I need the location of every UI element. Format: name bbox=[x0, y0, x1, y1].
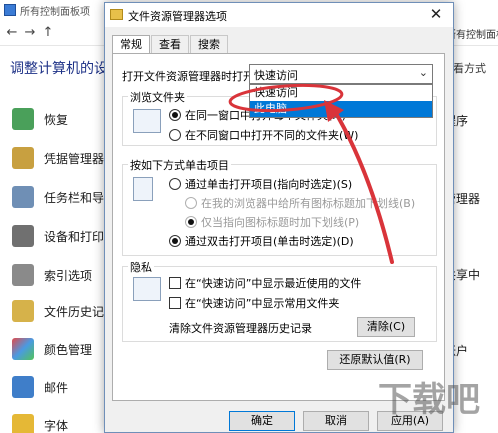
ok-button[interactable]: 确定 bbox=[229, 411, 295, 431]
cp-item-indexing[interactable]: 索引选项 bbox=[12, 262, 92, 288]
cp-item-label: 恢复 bbox=[44, 112, 69, 127]
radio-label: 通过单击打开项目(指向时选定)(S) bbox=[185, 178, 353, 191]
radio-underline-all[interactable]: 在我的浏览器中给所有图标标题加下划线(B) bbox=[185, 195, 415, 211]
printer-icon bbox=[12, 225, 34, 247]
cp-item-label: 凭据管理器 bbox=[44, 151, 105, 166]
radio-double-click[interactable]: 通过双击打开项目(单击时选定)(D) bbox=[169, 233, 354, 249]
up-arrow-icon[interactable]: ↑ bbox=[40, 25, 56, 41]
radio-dot bbox=[169, 109, 181, 121]
indexing-icon bbox=[12, 264, 34, 286]
option-quick-access[interactable]: 快速访问 bbox=[250, 85, 432, 101]
radio-new-window[interactable]: 在不同窗口中打开不同的文件夹(W) bbox=[169, 127, 358, 143]
open-explorer-select[interactable]: 快速访问 ⌄ bbox=[249, 64, 433, 84]
control-panel-icon bbox=[4, 4, 16, 16]
dialog-title: 文件资源管理器选项 bbox=[128, 10, 227, 23]
cp-item-file-history[interactable]: 文件历史记录 bbox=[12, 298, 116, 324]
cp-item-label: 邮件 bbox=[44, 380, 69, 395]
tab-general[interactable]: 常规 bbox=[112, 35, 150, 54]
privacy-group: 隐私 在“快速访问”中显示最近使用的文件 在“快速访问”中显示常用文件夹 清除文… bbox=[122, 259, 437, 342]
fonts-icon bbox=[12, 414, 34, 433]
checkbox-box bbox=[169, 297, 181, 309]
dialog-titlebar: 文件资源管理器选项 ✕ bbox=[105, 3, 453, 27]
select-value: 快速访问 bbox=[254, 69, 298, 82]
general-tab-panel: 打开文件资源管理器时打开: 快速访问 ⌄ 快速访问 此电脑 浏览文件夹 在同一窗… bbox=[112, 53, 445, 401]
cp-item-credential-manager[interactable]: 凭据管理器 bbox=[12, 145, 104, 171]
folder-options-dialog: 文件资源管理器选项 ✕ 常规 查看 搜索 打开文件资源管理器时打开: 快速访问 … bbox=[104, 2, 454, 433]
cp-item-taskbar[interactable]: 任务栏和导航 bbox=[12, 184, 116, 210]
color-management-icon bbox=[12, 338, 34, 360]
radio-dot bbox=[169, 129, 181, 141]
cp-item-devices-printers[interactable]: 设备和打印机 bbox=[12, 223, 116, 249]
cp-item-mail[interactable]: 邮件 bbox=[12, 374, 68, 400]
open-explorer-dropdown: 快速访问 此电脑 bbox=[249, 84, 433, 118]
cp-item-color-management[interactable]: 颜色管理 bbox=[12, 336, 92, 362]
radio-label: 仅当指向图标标题时加下划线(P) bbox=[201, 216, 360, 229]
cp-item-label: 字体 bbox=[44, 418, 69, 433]
cp-item-fonts[interactable]: 字体 bbox=[12, 412, 68, 433]
cancel-button[interactable]: 取消 bbox=[303, 411, 369, 431]
checkbox-label: 在“快速访问”中显示最近使用的文件 bbox=[185, 277, 362, 290]
folder-icon bbox=[110, 9, 123, 20]
cp-item-label: 索引选项 bbox=[44, 268, 93, 283]
privacy-icon bbox=[133, 277, 161, 301]
clear-history-label: 清除文件资源管理器历史记录 bbox=[169, 322, 312, 335]
radio-dot bbox=[169, 178, 181, 190]
radio-dot bbox=[185, 216, 197, 228]
radio-dot bbox=[185, 197, 197, 209]
radio-single-click[interactable]: 通过单击打开项目(指向时选定)(S) bbox=[169, 176, 352, 192]
cp-item-recovery[interactable]: 恢复 bbox=[12, 106, 68, 132]
radio-dot bbox=[169, 235, 181, 247]
mail-icon bbox=[12, 376, 34, 398]
click-items-group: 按如下方式单击项目 通过单击打开项目(指向时选定)(S) 在我的浏览器中给所有图… bbox=[122, 157, 437, 256]
tab-search[interactable]: 搜索 bbox=[190, 35, 228, 53]
chevron-down-icon: ⌄ bbox=[418, 66, 428, 79]
window-icon bbox=[133, 109, 161, 133]
tab-view[interactable]: 查看 bbox=[151, 35, 189, 53]
restore-defaults-button[interactable]: 还原默认值(R) bbox=[327, 350, 423, 370]
option-this-pc[interactable]: 此电脑 bbox=[250, 101, 432, 117]
close-icon[interactable]: ✕ bbox=[427, 5, 445, 23]
group-title: 按如下方式单击项目 bbox=[128, 157, 231, 173]
clear-history-button[interactable]: 清除(C) bbox=[357, 317, 415, 337]
cp-item-label: 颜色管理 bbox=[44, 342, 93, 357]
open-explorer-label: 打开文件资源管理器时打开: bbox=[122, 70, 258, 83]
back-arrow-icon[interactable]: ← bbox=[4, 25, 20, 41]
checkbox-show-frequent[interactable]: 在“快速访问”中显示常用文件夹 bbox=[169, 295, 339, 311]
radio-label: 在我的浏览器中给所有图标标题加下划线(B) bbox=[201, 197, 416, 210]
cursor-icon bbox=[133, 177, 153, 201]
radio-label: 通过双击打开项目(单击时选定)(D) bbox=[185, 235, 354, 248]
taskbar-icon bbox=[12, 186, 34, 208]
watermark: 下载吧 bbox=[378, 380, 480, 420]
radio-underline-hover[interactable]: 仅当指向图标标题时加下划线(P) bbox=[185, 214, 359, 230]
group-title: 浏览文件夹 bbox=[128, 89, 187, 105]
credential-manager-icon bbox=[12, 147, 34, 169]
file-history-icon bbox=[12, 300, 34, 322]
checkbox-label: 在“快速访问”中显示常用文件夹 bbox=[185, 297, 340, 310]
tab-bar: 常规 查看 搜索 bbox=[112, 35, 229, 54]
radio-label: 在不同窗口中打开不同的文件夹(W) bbox=[185, 129, 359, 142]
group-title: 隐私 bbox=[128, 259, 154, 275]
checkbox-box bbox=[169, 277, 181, 289]
forward-arrow-icon[interactable]: → bbox=[22, 25, 38, 41]
checkbox-show-recent[interactable]: 在“快速访问”中显示最近使用的文件 bbox=[169, 275, 361, 291]
recovery-icon bbox=[12, 108, 34, 130]
control-panel-title: 所有控制面板项 bbox=[20, 7, 90, 18]
